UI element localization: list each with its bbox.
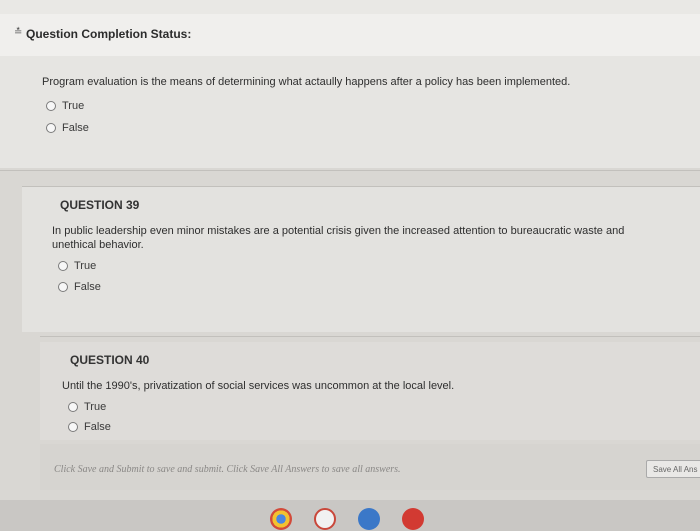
question-40-option-false[interactable]: False <box>68 421 111 433</box>
option-label: True <box>62 100 85 112</box>
gmail-icon[interactable] <box>314 508 336 530</box>
completion-status-header[interactable]: ≛ Question Completion Status: <box>0 14 700 57</box>
completion-status-title: Question Completion Status: <box>26 27 192 41</box>
radio-button[interactable] <box>58 282 68 292</box>
question-38-option-false[interactable]: False <box>46 122 89 134</box>
option-label: True <box>84 401 107 413</box>
question-40-option-true[interactable]: True <box>68 401 106 413</box>
docs-icon[interactable] <box>358 508 380 530</box>
divider <box>22 186 700 187</box>
question-39-text-line2: unethical behavior. <box>52 239 144 251</box>
radio-button[interactable] <box>46 101 56 111</box>
divider <box>0 170 700 171</box>
top-strip <box>0 0 700 14</box>
question-39-text-line1: In public leadership even minor mistakes… <box>52 225 625 237</box>
divider <box>40 336 700 337</box>
question-40-title: QUESTION 40 <box>70 353 150 367</box>
taskbar <box>0 500 700 531</box>
youtube-icon[interactable] <box>402 508 424 530</box>
chrome-icon[interactable] <box>270 508 292 530</box>
question-38-text: Program evaluation is the means of deter… <box>42 76 571 88</box>
radio-button[interactable] <box>58 261 68 271</box>
chevron-down-icon[interactable]: ≛ <box>14 27 22 38</box>
save-all-answers-button[interactable]: Save All Ans <box>646 460 700 478</box>
question-39-option-true[interactable]: True <box>58 260 96 272</box>
submit-instruction: Click Save and Submit to save and submit… <box>54 464 401 475</box>
radio-button[interactable] <box>68 422 78 432</box>
option-label: True <box>74 260 97 272</box>
question-38-panel <box>0 56 700 168</box>
option-label: False <box>62 122 89 134</box>
option-label: False <box>74 281 101 293</box>
question-39-option-false[interactable]: False <box>58 281 101 293</box>
question-39-title: QUESTION 39 <box>60 198 140 212</box>
option-label: False <box>84 421 111 433</box>
radio-button[interactable] <box>46 123 56 133</box>
question-40-text: Until the 1990's, privatization of socia… <box>62 380 455 392</box>
radio-button[interactable] <box>68 402 78 412</box>
question-38-option-true[interactable]: True <box>46 100 84 112</box>
